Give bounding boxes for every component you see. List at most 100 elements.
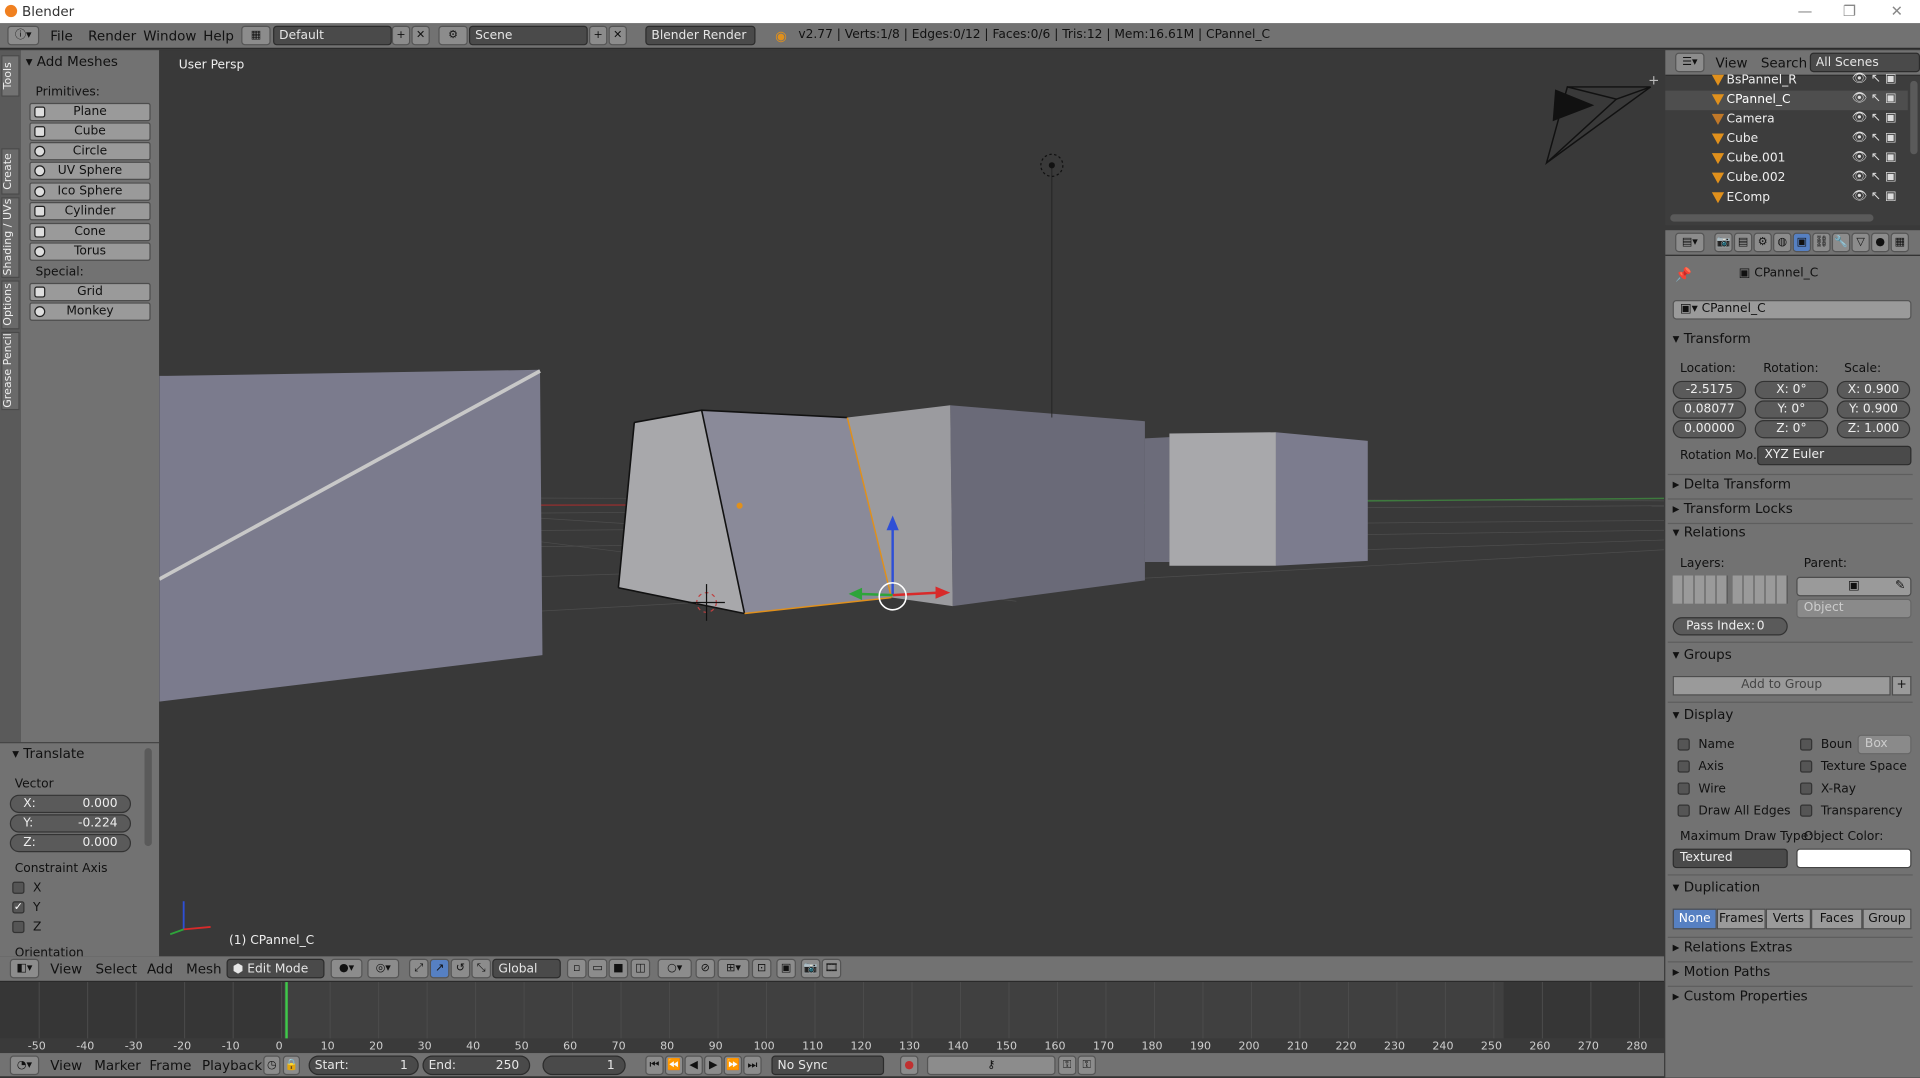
location-x-field[interactable]: -2.5175: [1672, 380, 1747, 400]
display-bounds-checkbox[interactable]: [1800, 738, 1813, 751]
parent-type-select[interactable]: Object: [1796, 598, 1912, 619]
outliner-hscrollbar[interactable]: [1670, 214, 1874, 222]
remove-scene-icon[interactable]: ✕: [608, 25, 627, 46]
jump-end-icon[interactable]: ⏭: [743, 1055, 762, 1076]
duplication-frames-button[interactable]: Frames: [1716, 908, 1766, 930]
modifiers-tab-icon[interactable]: 🔧: [1831, 232, 1851, 253]
rotation-mode-select[interactable]: XYZ Euler: [1757, 445, 1912, 466]
rotate-manipulator-icon[interactable]: ↺: [450, 958, 471, 979]
screen-layout-icon[interactable]: ▦: [241, 25, 271, 46]
outliner-item[interactable]: EComp 👁 ↖ ▣: [1665, 189, 1907, 209]
play-reverse-icon[interactable]: ◀: [684, 1055, 703, 1076]
world-tab-icon[interactable]: ◍: [1773, 232, 1792, 253]
restore-icon[interactable]: ❐: [1843, 2, 1856, 19]
add-circle-button[interactable]: Circle: [29, 142, 151, 161]
scene-field[interactable]: Scene: [468, 25, 588, 46]
layers-grid-b[interactable]: [1732, 575, 1788, 604]
groups-section-header[interactable]: ▾ Groups: [1673, 647, 1732, 663]
render-opengl-icon[interactable]: ▣: [776, 958, 796, 979]
visibility-icon[interactable]: 👁 ↖ ▣: [1851, 170, 1896, 183]
visibility-icon[interactable]: 👁 ↖ ▣: [1851, 131, 1896, 144]
menu-timeline-view[interactable]: View: [50, 1058, 82, 1074]
vector-z-field[interactable]: Z: 0.000: [9, 833, 132, 853]
menu-help[interactable]: Help: [203, 28, 234, 44]
menu-window[interactable]: Window: [143, 28, 196, 44]
rotation-z-field[interactable]: Z: 0°: [1754, 420, 1829, 439]
relations-section-header[interactable]: ▾ Relations: [1673, 524, 1746, 540]
max-draw-type-select[interactable]: Textured: [1672, 848, 1788, 869]
face-select-icon[interactable]: ■: [608, 958, 629, 979]
add-screen-icon[interactable]: +: [391, 25, 411, 46]
display-xray-checkbox[interactable]: [1800, 782, 1813, 795]
duplication-group-button[interactable]: Group: [1862, 908, 1912, 930]
location-y-field[interactable]: 0.08077: [1672, 400, 1747, 419]
manipulator-toggle-icon[interactable]: ⤢: [408, 958, 429, 979]
display-axis-checkbox[interactable]: [1677, 760, 1690, 773]
material-tab-icon[interactable]: ●: [1871, 232, 1890, 253]
outliner-item[interactable]: Camera 👁 ↖ ▣: [1665, 110, 1907, 130]
scene-tab-icon[interactable]: ⚙: [1753, 232, 1772, 253]
edge-select-icon[interactable]: ▭: [587, 958, 608, 979]
display-all-edges-checkbox[interactable]: [1677, 804, 1690, 817]
menu-playback[interactable]: Playback: [202, 1058, 262, 1074]
render-anim-icon[interactable]: 🎞: [821, 958, 842, 979]
proportional-edit-icon[interactable]: ○▾: [657, 958, 692, 979]
display-section-header[interactable]: ▾ Display: [1673, 707, 1734, 723]
display-name-checkbox[interactable]: [1677, 738, 1690, 751]
constraint-y-checkbox[interactable]: ✓: [12, 901, 25, 914]
object-color-swatch[interactable]: [1796, 848, 1912, 869]
vertex-select-icon[interactable]: ▫: [566, 958, 587, 979]
keying-set-field[interactable]: ⚷: [926, 1055, 1056, 1076]
outliner-item[interactable]: Cube.002 👁 ↖ ▣: [1665, 169, 1907, 189]
add-uv-sphere-button[interactable]: UV Sphere: [29, 161, 151, 181]
relations-extras-header[interactable]: ▸ Relations Extras: [1673, 939, 1793, 955]
vector-y-field[interactable]: Y: -0.224: [9, 814, 132, 833]
rotation-x-field[interactable]: X: 0°: [1754, 380, 1829, 400]
render-engine-select[interactable]: Blender Render: [645, 25, 756, 46]
duplication-verts-button[interactable]: Verts: [1765, 908, 1812, 930]
add-ico-sphere-button[interactable]: Ico Sphere: [29, 182, 151, 201]
snap-target-icon[interactable]: ⊡: [751, 958, 772, 979]
add-grid-button[interactable]: Grid: [29, 282, 151, 302]
tab-create[interactable]: Create: [1, 148, 20, 195]
remove-screen-icon[interactable]: ✕: [411, 25, 430, 46]
menu-mesh[interactable]: Mesh: [186, 961, 221, 977]
tab-grease-pencil[interactable]: Grease Pencil: [1, 331, 20, 411]
expand-icon[interactable]: +: [1648, 72, 1659, 88]
prev-keyframe-icon[interactable]: ⏪: [664, 1055, 684, 1076]
operator-scrollbar[interactable]: [144, 748, 152, 847]
pass-index-field[interactable]: Pass Index: 0: [1672, 617, 1788, 636]
texture-tab-icon[interactable]: ▦: [1890, 232, 1909, 253]
mode-select[interactable]: ⬢ Edit Mode: [226, 958, 325, 979]
insert-keyframe-icon[interactable]: ⚿: [1057, 1055, 1077, 1076]
orientation-select[interactable]: Global: [492, 958, 561, 979]
add-monkey-button[interactable]: Monkey: [29, 302, 151, 321]
menu-add[interactable]: Add: [147, 961, 173, 977]
delete-keyframe-icon[interactable]: ⚿: [1077, 1055, 1096, 1076]
outliner-search-menu[interactable]: Search: [1761, 55, 1807, 71]
rotation-y-field[interactable]: Y: 0°: [1754, 400, 1829, 419]
scale-manipulator-icon[interactable]: ⤡: [471, 958, 492, 979]
layers-tab-icon[interactable]: ▤: [1733, 232, 1753, 253]
translate-header[interactable]: ▾ Translate: [12, 746, 84, 762]
jump-start-icon[interactable]: ⏮: [645, 1055, 664, 1076]
menu-view[interactable]: View: [50, 961, 82, 977]
scale-x-field[interactable]: X: 0.900: [1836, 380, 1911, 400]
duplication-faces-button[interactable]: Faces: [1811, 908, 1863, 930]
visibility-icon[interactable]: 👁 ↖ ▣: [1851, 151, 1896, 164]
scene-icon[interactable]: ⚙: [438, 25, 468, 46]
duplication-none-button[interactable]: None: [1672, 908, 1717, 930]
add-scene-icon[interactable]: +: [588, 25, 608, 46]
tab-shading-uvs[interactable]: Shading / UVs: [1, 197, 20, 278]
end-frame-field[interactable]: End: 250: [422, 1055, 531, 1076]
layers-grid-a[interactable]: [1672, 575, 1728, 604]
data-tab-icon[interactable]: ▽: [1851, 232, 1870, 253]
constraint-z-checkbox[interactable]: [12, 920, 25, 934]
add-plane-button[interactable]: Plane: [29, 102, 151, 122]
editor-type-outliner-icon[interactable]: ☰▾: [1675, 52, 1705, 73]
menu-marker[interactable]: Marker: [94, 1058, 141, 1074]
object-name-field[interactable]: ▣▾ CPannel_C: [1672, 300, 1912, 320]
add-cone-button[interactable]: Cone: [29, 222, 151, 242]
selected-vertex[interactable]: [736, 502, 743, 509]
bounds-type-select[interactable]: Box: [1857, 734, 1912, 755]
